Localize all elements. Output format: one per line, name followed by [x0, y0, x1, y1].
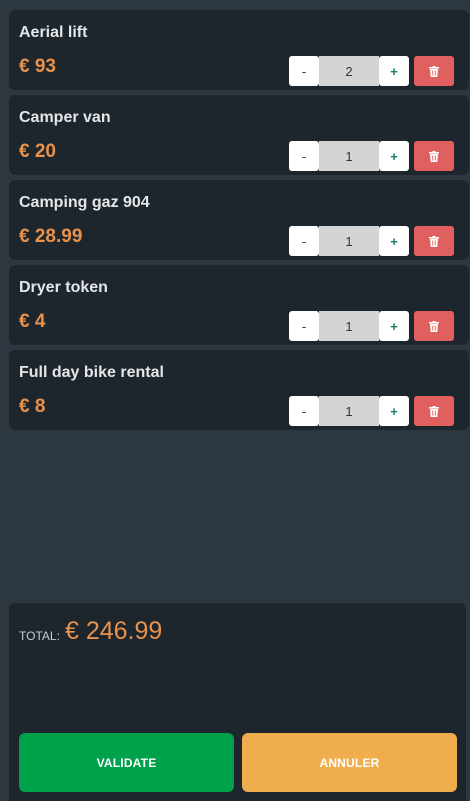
delete-button[interactable] [414, 56, 454, 86]
cancel-button[interactable]: ANNULER [242, 733, 457, 792]
decrement-button[interactable]: - [289, 396, 319, 426]
trash-icon [429, 235, 439, 247]
item-name: Camper van [19, 109, 111, 126]
delete-button[interactable] [414, 226, 454, 256]
delete-button[interactable] [414, 141, 454, 171]
increment-button[interactable]: + [379, 396, 409, 426]
total-value: € 246.99 [65, 617, 163, 645]
cart-item: Camper van € 20 - + [9, 95, 469, 175]
item-name: Camping gaz 904 [19, 194, 150, 211]
quantity-stepper: - + [289, 56, 454, 86]
validate-button[interactable]: VALIDATE [19, 733, 234, 792]
decrement-button[interactable]: - [289, 226, 319, 256]
trash-icon [429, 150, 439, 162]
item-price: € 20 [19, 141, 56, 162]
total-panel: TOTAL: € 246.99 VALIDATE ANNULER [9, 603, 466, 801]
item-name: Dryer token [19, 279, 108, 296]
increment-button[interactable]: + [379, 311, 409, 341]
increment-button[interactable]: + [379, 141, 409, 171]
trash-icon [429, 65, 439, 77]
cart-item: Aerial lift € 93 - + [9, 10, 469, 90]
cart-list: Aerial lift € 93 - + Camper van € 20 - + [9, 10, 469, 435]
item-price: € 28.99 [19, 226, 83, 247]
quantity-input[interactable] [319, 311, 379, 341]
trash-icon [429, 320, 439, 332]
trash-icon [429, 405, 439, 417]
quantity-stepper: - + [289, 141, 454, 171]
increment-button[interactable]: + [379, 56, 409, 86]
cart-item: Full day bike rental € 8 - + [9, 350, 469, 430]
item-price: € 4 [19, 311, 46, 332]
quantity-stepper: - + [289, 396, 454, 426]
item-name: Full day bike rental [19, 364, 164, 381]
cart-item: Camping gaz 904 € 28.99 - + [9, 180, 469, 260]
decrement-button[interactable]: - [289, 311, 319, 341]
total-label: TOTAL: [19, 629, 60, 643]
cart-item: Dryer token € 4 - + [9, 265, 469, 345]
delete-button[interactable] [414, 396, 454, 426]
decrement-button[interactable]: - [289, 56, 319, 86]
item-price: € 8 [19, 396, 46, 417]
quantity-input[interactable] [319, 56, 379, 86]
increment-button[interactable]: + [379, 226, 409, 256]
quantity-input[interactable] [319, 226, 379, 256]
delete-button[interactable] [414, 311, 454, 341]
decrement-button[interactable]: - [289, 141, 319, 171]
item-price: € 93 [19, 56, 56, 77]
quantity-stepper: - + [289, 311, 454, 341]
quantity-stepper: - + [289, 226, 454, 256]
quantity-input[interactable] [319, 396, 379, 426]
quantity-input[interactable] [319, 141, 379, 171]
item-name: Aerial lift [19, 24, 88, 41]
